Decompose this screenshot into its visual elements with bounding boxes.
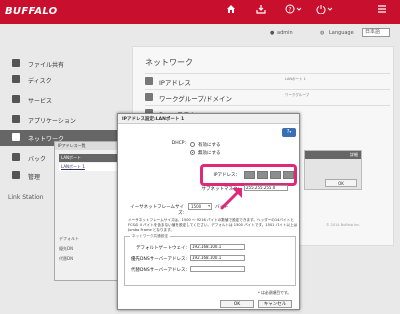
chevron-down-icon: ▾	[208, 204, 210, 208]
dhcp-disable-radio[interactable]	[190, 150, 195, 155]
app-icon	[12, 115, 20, 123]
help-icon[interactable]: ?	[285, 4, 303, 18]
row-value: LANポート 1	[285, 77, 306, 81]
language-label: Language	[329, 30, 354, 36]
dns2-label: 代替DNSサーバーアドレス:	[131, 268, 187, 273]
home-icon[interactable]	[226, 4, 236, 18]
dialog-title: IPアドレス設定:LANポート 1	[122, 117, 185, 122]
ip-address-label: IPアドレス：	[213, 173, 240, 178]
menu-icon[interactable]	[377, 4, 387, 18]
gateway-input[interactable]: 192.168.100.1	[190, 244, 245, 250]
ip-octet-3[interactable]	[270, 171, 281, 179]
workgroup-icon	[145, 93, 153, 101]
detail-header: 詳細	[305, 151, 361, 159]
dns1-label: 優先DNSサーバーアドレス:	[131, 257, 187, 262]
cancel-button[interactable]: キャンセル	[258, 300, 292, 308]
page-title: ネットワーク	[145, 58, 193, 67]
dhcp-enable-label: 有効にする	[198, 143, 221, 148]
sidebar-item-disk[interactable]: ディスク	[0, 72, 130, 88]
brand-logo: BUFFALO	[5, 6, 58, 17]
svg-text:?: ?	[288, 7, 291, 14]
disk-icon	[12, 75, 20, 83]
frame-size-value: 1500	[191, 204, 202, 209]
power-icon[interactable]	[316, 4, 334, 18]
dialog-titlebar: IPアドレス設定:LANポート 1	[118, 114, 299, 124]
user-icon: ●	[270, 30, 275, 36]
ok-button[interactable]: OK	[220, 300, 254, 308]
dns2-input[interactable]	[190, 266, 245, 272]
language-select[interactable]: 日本語	[362, 28, 390, 37]
top-bar: BUFFALO ?	[0, 0, 400, 24]
common-settings-group: ネットワーク共通設定 デフォルトゲートウェイ: 192.168.100.1 優先…	[124, 234, 296, 286]
globe-icon: ◍	[320, 30, 325, 36]
ip-octet-4[interactable]	[283, 171, 294, 179]
sidebar-item-label: ファイル共有	[28, 62, 65, 69]
ip-settings-dialog: IPアドレス設定:LANポート 1 ?▾ DHCP: 有効にする 無効にする I…	[117, 113, 300, 310]
product-name: Link Station	[8, 194, 44, 201]
user-name[interactable]: admin	[277, 30, 293, 36]
dhcp-label: DHCP:	[171, 141, 186, 146]
network-icon	[12, 133, 20, 141]
dns1-input[interactable]: 192.168.100.1	[190, 255, 245, 261]
row-label: IPアドレス	[159, 79, 191, 87]
pointer-arrow-icon	[220, 188, 242, 210]
ip-octet-2[interactable]	[257, 171, 268, 179]
detail-panel: 詳細 OK	[304, 150, 362, 190]
frame-size-label: イーサネットフレームサイズ:	[130, 205, 184, 216]
sidebar-item-service[interactable]: サービス	[0, 92, 130, 108]
download-icon[interactable]	[256, 4, 266, 18]
service-icon	[12, 95, 20, 103]
dns2-label: 代替DN	[59, 256, 74, 261]
sidebar-item-application[interactable]: アプリケーション	[0, 112, 130, 128]
network-row-workgroup[interactable]: ワークグループ/ドメイン ワークグループ	[145, 89, 390, 103]
frame-size-description: イーサネットフレームサイズは、1500 ～ 9216 バイトの数値で設定できます…	[128, 218, 298, 232]
backup-icon	[12, 153, 20, 161]
required-note: * は必須項目です。	[258, 290, 292, 295]
folder-icon	[12, 59, 20, 67]
help-button[interactable]: ?▾	[282, 128, 296, 137]
ok-button[interactable]: OK	[325, 179, 357, 187]
gateway-label: デフォルト	[59, 236, 79, 241]
dhcp-enable-radio[interactable]	[190, 142, 195, 147]
ip-octet-1[interactable]	[244, 171, 255, 179]
sidebar-item-label: バック	[28, 156, 47, 163]
row-label: ワークグループ/ドメイン	[159, 95, 233, 103]
sidebar-item-label: 管理	[28, 174, 41, 181]
network-row-ip[interactable]: IPアドレス LANポート 1	[145, 73, 390, 87]
frame-size-select[interactable]: 1500 ▾	[188, 203, 212, 210]
copyright: © 2014 Buffalo Inc.	[326, 223, 361, 227]
sidebar-item-label: サービス	[28, 98, 53, 105]
sidebar-item-file-share[interactable]: ファイル共有	[0, 56, 130, 72]
group-legend: ネットワーク共通設定	[130, 234, 170, 239]
dhcp-disable-label: 無効にする	[198, 151, 221, 156]
ip-icon	[145, 77, 153, 85]
row-value: ワークグループ	[285, 93, 310, 97]
user-bar: ● admin ◍ Language 日本語	[250, 28, 400, 38]
sidebar-item-label: ディスク	[28, 78, 52, 85]
sidebar-item-label: アプリケーション	[28, 118, 76, 125]
dns1-label: 優先DN	[59, 246, 74, 251]
admin-icon	[12, 171, 20, 179]
subnet-input[interactable]: 255.255.255.0	[244, 185, 288, 191]
gateway-label: デフォルトゲートウェイ:	[135, 246, 187, 251]
